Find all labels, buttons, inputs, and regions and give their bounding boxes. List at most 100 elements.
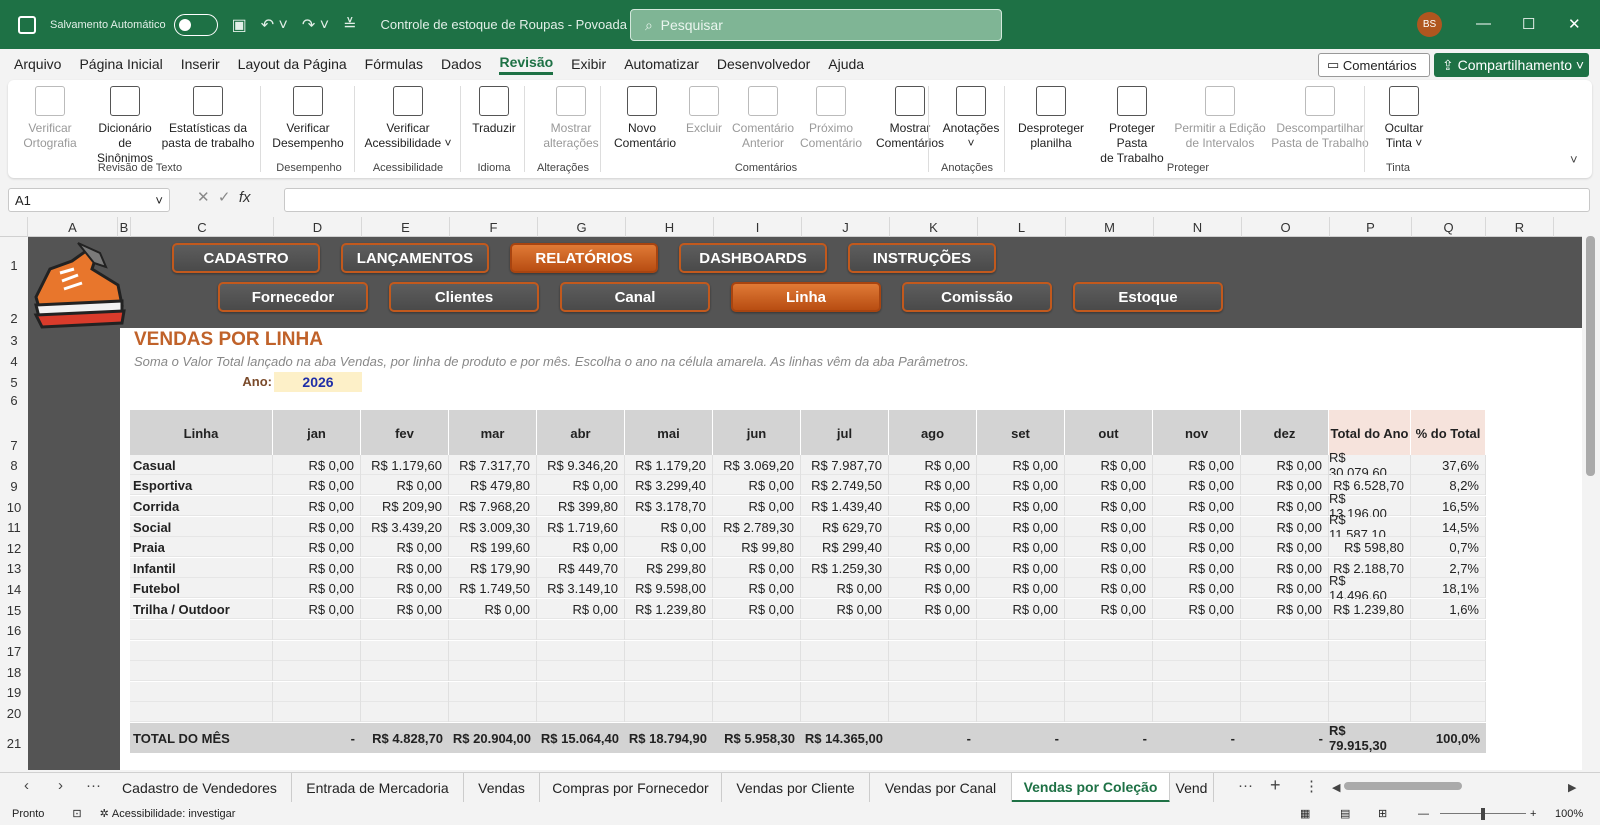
table-cell[interactable]: R$ 0,00 bbox=[625, 517, 713, 537]
table-cell[interactable] bbox=[713, 661, 801, 682]
table-cell[interactable] bbox=[977, 702, 1065, 723]
table-cell[interactable]: R$ 0,00 bbox=[801, 599, 889, 619]
total-cell[interactable]: - bbox=[1153, 723, 1241, 753]
table-cell[interactable]: R$ 629,70 bbox=[801, 517, 889, 537]
table-cell[interactable]: R$ 0,00 bbox=[977, 496, 1065, 516]
vertical-scroll-thumb[interactable] bbox=[1586, 236, 1595, 476]
table-cell[interactable]: R$ 0,00 bbox=[1241, 517, 1329, 537]
table-cell[interactable]: R$ 0,00 bbox=[1065, 599, 1153, 619]
table-cell[interactable]: R$ 3.069,20 bbox=[713, 455, 801, 475]
zoom-in-icon[interactable]: + bbox=[1530, 808, 1536, 820]
table-cell[interactable]: R$ 0,00 bbox=[977, 455, 1065, 475]
table-cell[interactable]: Praia bbox=[130, 537, 273, 557]
nav-top-button-2[interactable]: RELATÓRIOS bbox=[510, 243, 658, 273]
total-cell[interactable]: R$ 18.794,90 bbox=[625, 723, 713, 753]
table-cell[interactable]: R$ 2.749,50 bbox=[801, 475, 889, 495]
table-cell[interactable]: R$ 1.179,60 bbox=[361, 455, 449, 475]
table-cell[interactable]: 0,7% bbox=[1411, 537, 1486, 557]
table-cell[interactable]: R$ 0,00 bbox=[1241, 496, 1329, 516]
table-cell[interactable] bbox=[130, 661, 273, 682]
table-cell[interactable] bbox=[361, 661, 449, 682]
ribbon-collapse-icon[interactable]: ˅ bbox=[1570, 152, 1578, 167]
row-header[interactable]: 11 bbox=[0, 517, 28, 537]
table-cell[interactable]: R$ 0,00 bbox=[537, 475, 625, 495]
menu-4[interactable]: Fórmulas bbox=[365, 56, 423, 72]
table-cell[interactable]: R$ 0,00 bbox=[361, 599, 449, 619]
table-cell[interactable]: R$ 30.079,60 bbox=[1329, 450, 1411, 480]
ribbon-button-9[interactable]: Comentário Anterior bbox=[730, 84, 796, 151]
table-cell[interactable]: R$ 0,00 bbox=[1241, 599, 1329, 619]
row-header[interactable]: 6 bbox=[0, 392, 28, 410]
table-cell[interactable] bbox=[977, 640, 1065, 661]
column-header[interactable]: R bbox=[1486, 217, 1554, 237]
table-cell[interactable]: R$ 1.259,30 bbox=[801, 558, 889, 578]
worksheet[interactable]: CADASTRO LANÇAMENTOS RELATÓRIOS DASHBOARDS I… bbox=[28, 237, 1582, 770]
table-cell[interactable]: R$ 0,00 bbox=[977, 517, 1065, 537]
column-header[interactable]: C bbox=[131, 217, 274, 237]
table-cell[interactable] bbox=[273, 702, 361, 723]
name-box[interactable]: A1 ˅ bbox=[8, 188, 170, 212]
table-cell[interactable]: R$ 9.598,00 bbox=[625, 578, 713, 598]
table-cell[interactable]: R$ 9.346,20 bbox=[537, 455, 625, 475]
autosave-toggle[interactable] bbox=[173, 13, 218, 36]
table-cell[interactable]: R$ 0,00 bbox=[1153, 578, 1241, 598]
table-cell[interactable]: R$ 299,40 bbox=[801, 537, 889, 557]
table-cell[interactable] bbox=[1329, 620, 1411, 640]
total-cell[interactable]: R$ 5.958,30 bbox=[713, 723, 801, 753]
table-cell[interactable] bbox=[1065, 661, 1153, 682]
table-cell[interactable] bbox=[1329, 681, 1411, 702]
table-cell[interactable] bbox=[449, 702, 537, 723]
table-cell[interactable] bbox=[1065, 681, 1153, 702]
table-cell[interactable] bbox=[1241, 661, 1329, 682]
row-header[interactable]: 15 bbox=[0, 599, 28, 620]
menu-7[interactable]: Exibir bbox=[571, 56, 606, 72]
table-cell[interactable] bbox=[713, 681, 801, 702]
nav-top-button-0[interactable]: CADASTRO bbox=[172, 243, 320, 273]
table-cell[interactable]: R$ 0,00 bbox=[361, 578, 449, 598]
table-cell[interactable]: 14,5% bbox=[1411, 517, 1486, 537]
table-cell[interactable]: R$ 0,00 bbox=[1241, 537, 1329, 557]
table-cell[interactable]: 37,6% bbox=[1411, 455, 1486, 475]
add-sheet-icon[interactable]: + bbox=[1270, 775, 1281, 796]
formula-input[interactable] bbox=[284, 188, 1590, 212]
row-header[interactable]: 10 bbox=[0, 496, 28, 517]
table-cell[interactable]: R$ 0,00 bbox=[889, 537, 977, 557]
row-header[interactable]: 18 bbox=[0, 661, 28, 682]
table-cell[interactable] bbox=[625, 681, 713, 702]
share-button[interactable]: ⇪ Compartilhamento ˅ bbox=[1434, 53, 1589, 77]
row-header[interactable]: 3 bbox=[0, 328, 28, 350]
table-cell[interactable]: R$ 0,00 bbox=[273, 496, 361, 516]
table-cell[interactable] bbox=[1153, 640, 1241, 661]
save-icon[interactable]: ▣ bbox=[232, 15, 247, 35]
table-cell[interactable] bbox=[625, 640, 713, 661]
tab-prev-icon[interactable]: ‹ bbox=[24, 777, 29, 794]
function-icon[interactable]: fx bbox=[239, 189, 251, 206]
column-header[interactable]: L bbox=[978, 217, 1066, 237]
year-input[interactable]: 2026 bbox=[274, 372, 362, 392]
undo-icon[interactable]: ↶ ˅ bbox=[261, 15, 288, 35]
table-cell[interactable]: R$ 0,00 bbox=[977, 558, 1065, 578]
sheet-tab-6[interactable]: Vendas por Coleção bbox=[1012, 773, 1170, 803]
table-cell[interactable] bbox=[1411, 640, 1486, 661]
table-cell[interactable] bbox=[1329, 661, 1411, 682]
table-cell[interactable]: R$ 0,00 bbox=[273, 475, 361, 495]
table-cell[interactable]: R$ 479,80 bbox=[449, 475, 537, 495]
ribbon-button-17[interactable]: Ocultar Tinta ˅ bbox=[1376, 84, 1432, 151]
zoom-slider-handle[interactable] bbox=[1481, 808, 1485, 820]
document-title[interactable]: Controle de estoque de Roupas - Povoada … bbox=[381, 17, 639, 32]
tab-next-icon[interactable]: › bbox=[58, 777, 63, 794]
table-cell[interactable]: 16,5% bbox=[1411, 496, 1486, 516]
table-cell[interactable]: R$ 3.439,20 bbox=[361, 517, 449, 537]
select-all-corner[interactable] bbox=[0, 217, 28, 237]
table-cell[interactable]: R$ 1.439,40 bbox=[801, 496, 889, 516]
row-header[interactable]: 8 bbox=[0, 455, 28, 475]
nav-top-button-4[interactable]: INSTRUÇÕES bbox=[848, 243, 996, 273]
row-header[interactable]: 20 bbox=[0, 702, 28, 723]
table-cell[interactable] bbox=[1153, 702, 1241, 723]
table-cell[interactable] bbox=[273, 661, 361, 682]
table-cell[interactable] bbox=[1241, 681, 1329, 702]
table-cell[interactable]: R$ 7.987,70 bbox=[801, 455, 889, 475]
table-cell[interactable] bbox=[713, 640, 801, 661]
table-cell[interactable]: R$ 0,00 bbox=[273, 599, 361, 619]
table-cell[interactable]: R$ 1.719,60 bbox=[537, 517, 625, 537]
